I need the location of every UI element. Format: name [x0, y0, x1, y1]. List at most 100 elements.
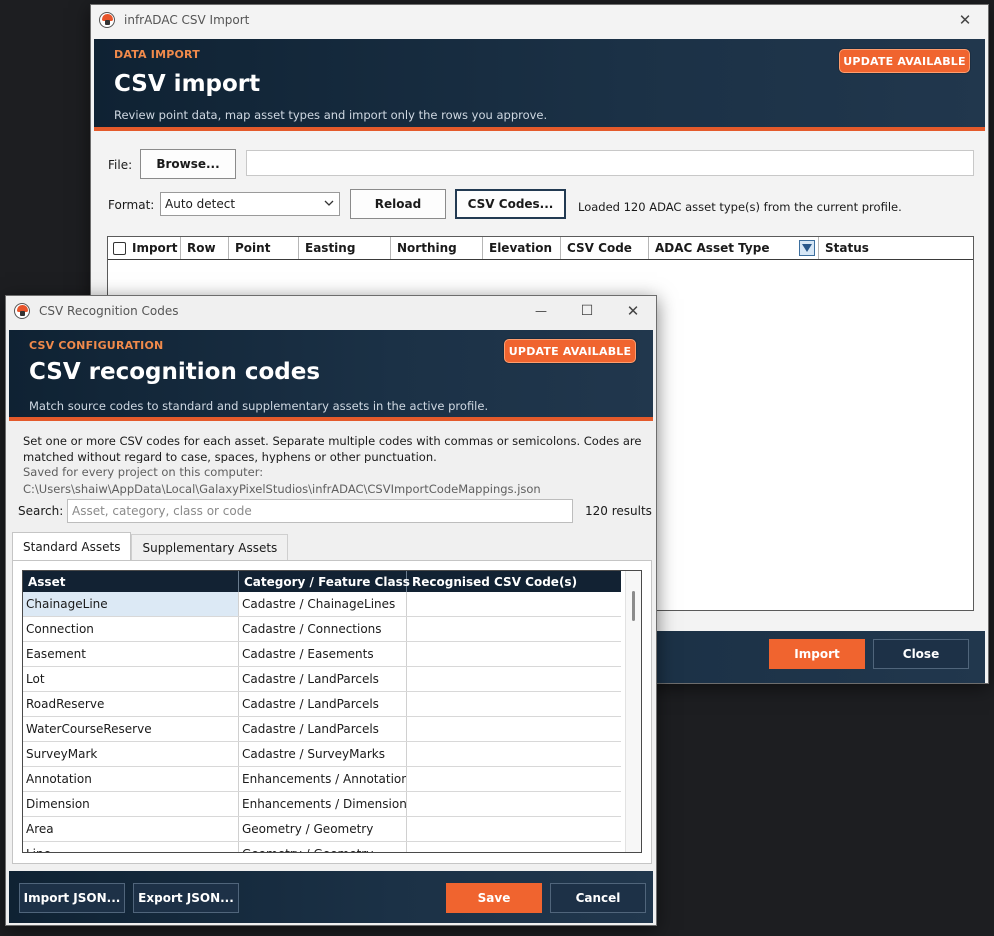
select-all-checkbox[interactable] [113, 241, 126, 255]
saved-path: C:\Users\shaiw\AppData\Local\GalaxyPixel… [23, 482, 541, 496]
table-row[interactable]: Easement Cadastre / Easements [23, 642, 621, 667]
table-row[interactable]: Lot Cadastre / LandParcels [23, 667, 621, 692]
table-row[interactable]: Annotation Enhancements / Annotations [23, 767, 621, 792]
column-category[interactable]: Category / Feature Class [239, 571, 410, 592]
filter-dropdown-icon[interactable] [799, 240, 815, 256]
column-northing[interactable]: Northing [391, 237, 483, 259]
csv-codes-button[interactable]: CSV Codes... [455, 189, 566, 219]
banner-title: CSV recognition codes [29, 359, 321, 385]
category-cell[interactable]: Cadastre / SurveyMarks [239, 742, 407, 766]
import-button[interactable]: Import [769, 639, 865, 669]
main-titlebar[interactable]: infrADAC CSV Import ✕ [91, 5, 988, 35]
category-cell[interactable]: Enhancements / Annotations [239, 767, 407, 791]
codes-titlebar[interactable]: CSV Recognition Codes — ☐ ✕ [6, 296, 656, 326]
column-row[interactable]: Row [181, 237, 229, 259]
category-cell[interactable]: Cadastre / LandParcels [239, 717, 407, 741]
close-icon[interactable]: ✕ [610, 296, 656, 326]
codes-grid-header: Asset Category / Feature Class Recognise… [23, 571, 621, 592]
asset-cell[interactable]: Dimension [23, 792, 239, 816]
csv-codes-cell[interactable] [407, 817, 621, 841]
update-available-button[interactable]: UPDATE AVAILABLE [504, 339, 636, 363]
asset-cell[interactable]: ChainageLine [23, 592, 239, 616]
column-csv-codes[interactable]: Recognised CSV Code(s) [407, 571, 621, 592]
table-row[interactable]: SurveyMark Cadastre / SurveyMarks [23, 742, 621, 767]
category-cell[interactable]: Cadastre / LandParcels [239, 667, 407, 691]
cancel-button[interactable]: Cancel [550, 883, 646, 913]
asset-cell[interactable]: Easement [23, 642, 239, 666]
category-cell[interactable]: Enhancements / Dimensions [239, 792, 407, 816]
banner-subtitle: Review point data, map asset types and i… [114, 108, 548, 122]
search-placeholder: Asset, category, class or code [72, 504, 252, 518]
csv-codes-cell[interactable] [407, 692, 621, 716]
codes-footer: Import JSON... Export JSON... Save Cance… [9, 871, 653, 923]
browse-button[interactable]: Browse... [140, 149, 236, 179]
column-import[interactable]: Import [108, 237, 181, 259]
maximize-icon[interactable]: ☐ [564, 296, 610, 326]
asset-cell[interactable]: WaterCourseReserve [23, 717, 239, 741]
csv-codes-cell[interactable] [407, 642, 621, 666]
asset-cell[interactable]: RoadReserve [23, 692, 239, 716]
category-cell[interactable]: Cadastre / ChainageLines [239, 592, 407, 616]
column-elevation[interactable]: Elevation [483, 237, 561, 259]
csv-codes-cell[interactable] [407, 592, 621, 616]
csv-codes-cell[interactable] [407, 667, 621, 691]
minimize-icon[interactable]: — [518, 296, 564, 326]
category-cell[interactable]: Geometry / Geometry [239, 817, 407, 841]
app-logo-icon [99, 12, 115, 28]
save-button[interactable]: Save [446, 883, 542, 913]
asset-cell[interactable]: Connection [23, 617, 239, 641]
csv-codes-cell[interactable] [407, 717, 621, 741]
export-json-button[interactable]: Export JSON... [133, 883, 239, 913]
search-label: Search: [18, 504, 64, 518]
tab-standard-assets[interactable]: Standard Assets [12, 532, 132, 560]
search-input[interactable]: Asset, category, class or code [67, 499, 573, 523]
format-selected-value: Auto detect [165, 197, 236, 211]
csv-recognition-codes-window: CSV Recognition Codes — ☐ ✕ CSV CONFIGUR… [5, 295, 657, 926]
column-adac-asset-type[interactable]: ADAC Asset Type [649, 237, 819, 259]
column-csv-code[interactable]: CSV Code [561, 237, 649, 259]
column-status[interactable]: Status [819, 237, 973, 259]
import-json-button[interactable]: Import JSON... [19, 883, 125, 913]
close-button[interactable]: Close [873, 639, 969, 669]
table-row[interactable]: RoadReserve Cadastre / LandParcels [23, 692, 621, 717]
tab-supplementary-assets[interactable]: Supplementary Assets [131, 534, 289, 560]
asset-cell[interactable]: Area [23, 817, 239, 841]
close-icon[interactable]: ✕ [942, 5, 988, 35]
vertical-scrollbar[interactable] [625, 571, 641, 852]
table-row[interactable]: Area Geometry / Geometry [23, 817, 621, 842]
standard-assets-panel: Asset Category / Feature Class Recognise… [12, 560, 652, 864]
update-available-button[interactable]: UPDATE AVAILABLE [839, 49, 970, 73]
banner-eyebrow: DATA IMPORT [114, 48, 200, 61]
csv-codes-cell[interactable] [407, 767, 621, 791]
instructions-text: Set one or more CSV codes for each asset… [23, 434, 642, 463]
table-row[interactable]: LineGeometry / Geometry [23, 842, 621, 852]
csv-codes-cell[interactable] [407, 617, 621, 641]
csv-codes-cell[interactable] [407, 742, 621, 766]
asset-cell[interactable]: SurveyMark [23, 742, 239, 766]
scrollbar-thumb[interactable] [632, 591, 635, 621]
table-row[interactable]: Dimension Enhancements / Dimensions [23, 792, 621, 817]
column-point[interactable]: Point [229, 237, 299, 259]
table-row[interactable]: ChainageLine Cadastre / ChainageLines [23, 592, 621, 617]
csv-codes-cell[interactable] [407, 792, 621, 816]
banner-eyebrow: CSV CONFIGURATION [29, 339, 164, 352]
reload-button[interactable]: Reload [350, 189, 446, 219]
table-row[interactable]: WaterCourseReserve Cadastre / LandParcels [23, 717, 621, 742]
column-asset[interactable]: Asset [23, 571, 239, 592]
category-cell[interactable]: Geometry / Geometry [239, 842, 407, 852]
table-row[interactable]: Connection Cadastre / Connections [23, 617, 621, 642]
codes-grid[interactable]: Asset Category / Feature Class Recognise… [22, 570, 642, 853]
format-select[interactable]: Auto detect [160, 192, 340, 216]
asset-cell[interactable]: Lot [23, 667, 239, 691]
column-easting[interactable]: Easting [299, 237, 391, 259]
category-cell[interactable]: Cadastre / Connections [239, 617, 407, 641]
status-message: Loaded 120 ADAC asset type(s) from the c… [578, 200, 902, 214]
asset-cell[interactable]: Annotation [23, 767, 239, 791]
main-banner: DATA IMPORT CSV import Review point data… [94, 39, 985, 131]
banner-subtitle: Match source codes to standard and suppl… [29, 399, 489, 413]
asset-cell[interactable]: Line [23, 842, 239, 852]
file-path-input[interactable] [246, 150, 974, 176]
category-cell[interactable]: Cadastre / LandParcels [239, 692, 407, 716]
category-cell[interactable]: Cadastre / Easements [239, 642, 407, 666]
csv-codes-cell[interactable] [407, 842, 621, 852]
